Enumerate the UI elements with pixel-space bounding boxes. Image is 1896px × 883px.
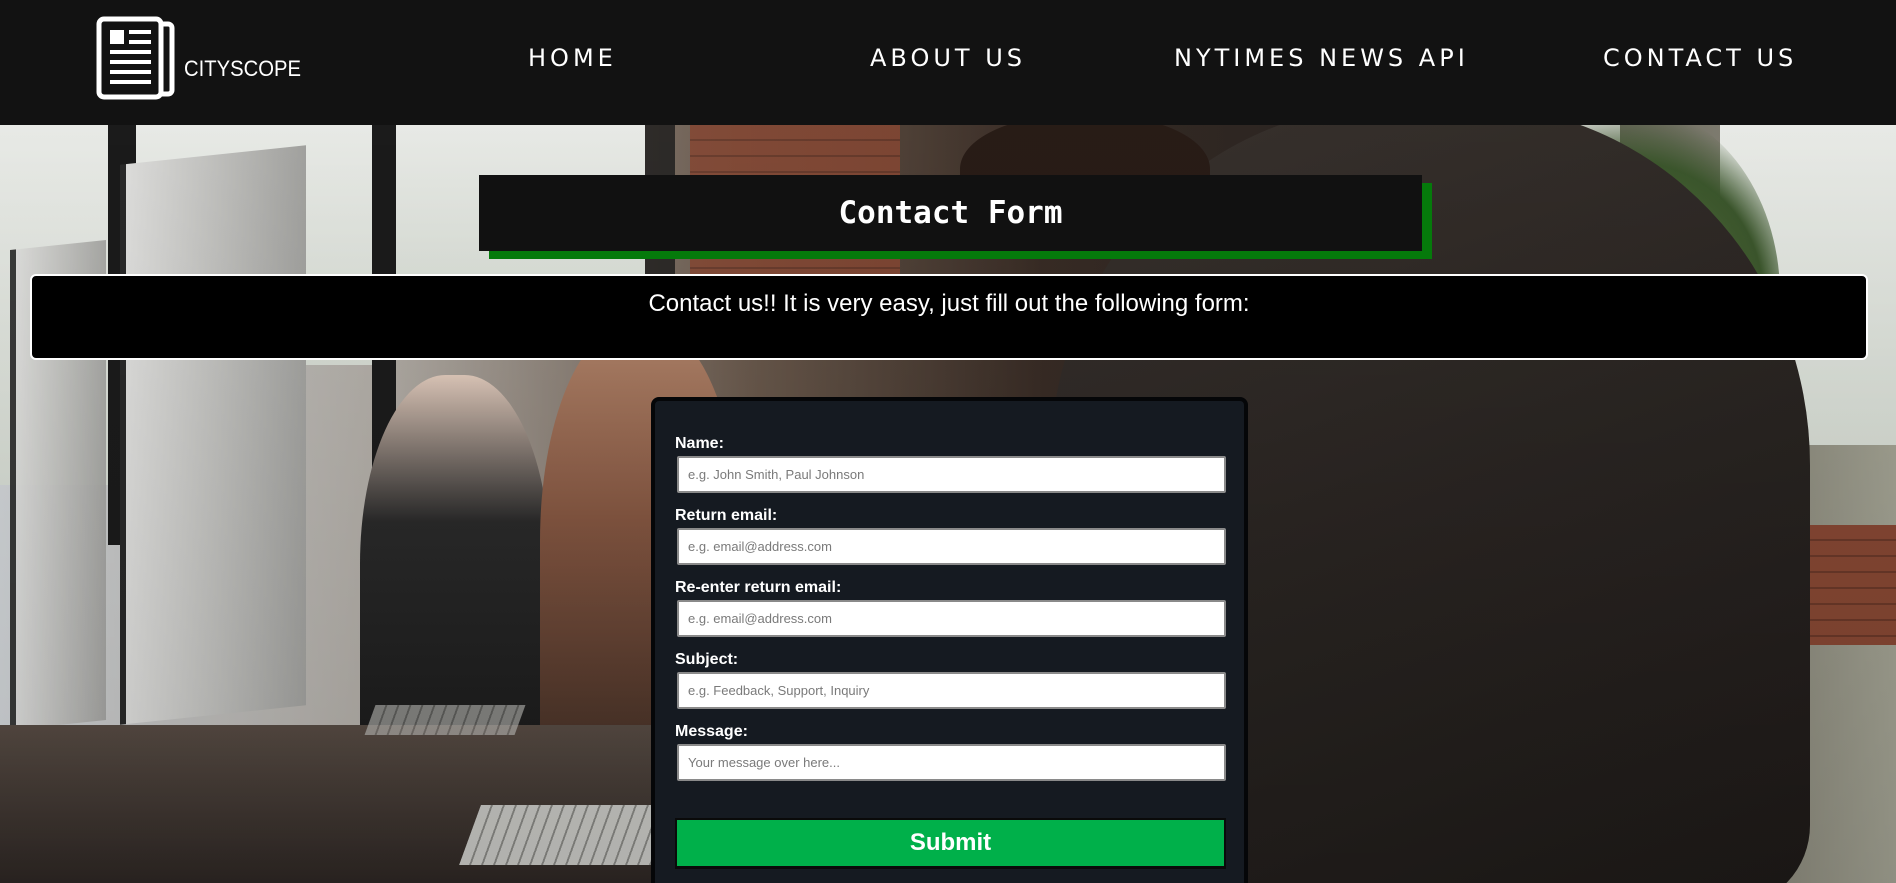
intro-banner: Contact us!! It is very easy, just fill … <box>30 274 1868 360</box>
submit-button[interactable]: Submit <box>675 818 1226 869</box>
message-label: Message: <box>675 723 748 740</box>
reenter-email-input[interactable] <box>677 600 1226 637</box>
message-input[interactable] <box>677 744 1226 781</box>
name-input[interactable] <box>677 456 1226 493</box>
site-header: CITYSCOPE HOME ABOUT US NYTIMES NEWS API… <box>0 0 1896 125</box>
logo-text: CITYSCOPE <box>184 56 301 81</box>
name-label: Name: <box>675 435 724 452</box>
return-email-label: Return email: <box>675 507 778 524</box>
nav-home[interactable]: HOME <box>528 44 617 72</box>
page-title: Contact Form <box>479 175 1422 251</box>
contact-form: Name: Return email: Re-enter return emai… <box>651 397 1248 883</box>
site-logo[interactable]: CITYSCOPE <box>96 16 311 100</box>
intro-text: Contact us!! It is very easy, just fill … <box>648 290 1250 317</box>
subject-label: Subject: <box>675 651 739 668</box>
nav-nytimes-news-api[interactable]: NYTIMES NEWS API <box>1174 44 1469 72</box>
newspaper-icon <box>96 16 175 100</box>
return-email-input[interactable] <box>677 528 1226 565</box>
contact-form-title-block: Contact Form <box>479 175 1432 259</box>
subject-input[interactable] <box>677 672 1226 709</box>
reenter-email-label: Re-enter return email: <box>675 579 842 596</box>
nav-about-us[interactable]: ABOUT US <box>870 44 1026 72</box>
nav-contact-us[interactable]: CONTACT US <box>1603 44 1797 72</box>
